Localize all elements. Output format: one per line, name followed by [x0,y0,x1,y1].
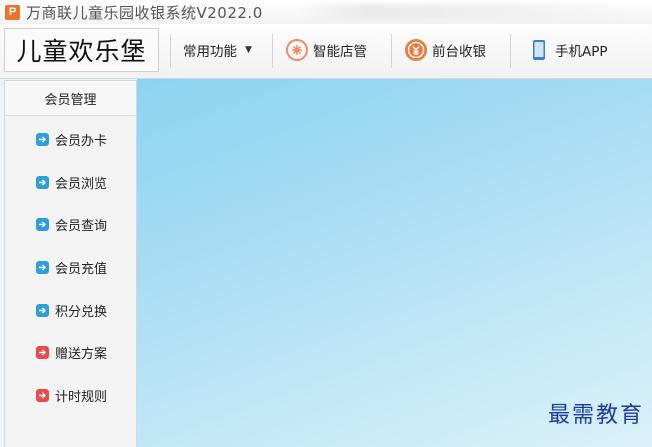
window-title: 万商联儿童乐园收银系统V2022.0 [26,3,263,22]
front-desk-button[interactable]: 前台收银 [404,24,486,76]
mobile-app-button[interactable]: 手机APP [527,24,608,76]
arrow-right-icon [36,303,49,317]
sidebar-item-gift-plan[interactable]: 赠送方案 [36,342,107,362]
arrow-right-icon [36,132,49,146]
sidebar-item-member-query[interactable]: 会员查询 [36,214,107,234]
sidebar-item-label: 计时规则 [55,389,108,405]
blurred-region [300,4,630,20]
sidebar-header[interactable]: 会员管理 [5,81,136,116]
mobile-phone-icon [527,38,551,62]
toolbar: 儿童欢乐堡 常用功能 ▼ 智能店管 前台收银 手机APP [0,24,652,79]
front-desk-label: 前台收银 [432,44,486,60]
brain-icon [285,38,309,62]
sidebar-item-points-exchange[interactable]: 积分兑换 [36,300,107,320]
sidebar-item-member-recharge[interactable]: 会员充值 [36,257,107,277]
arrow-right-icon [36,175,49,189]
sidebar-item-label: 会员充值 [55,261,108,277]
toolbar-divider [170,34,171,68]
title-bar: P 万商联儿童乐园收银系统V2022.0 [0,0,652,24]
common-functions-menu[interactable]: 常用功能 ▼ [183,24,252,76]
smart-store-label: 智能店管 [313,44,367,60]
toolbar-divider [391,34,392,68]
app-logo-icon: P [5,4,20,20]
smart-store-button[interactable]: 智能店管 [285,24,367,76]
main-content-area: 最需教育 [137,79,652,447]
sidebar-item-label: 积分兑换 [55,304,108,320]
toolbar-divider [510,34,511,68]
mobile-app-label: 手机APP [555,44,608,60]
sidebar-item-member-card[interactable]: 会员办卡 [36,129,107,149]
watermark-text: 最需教育 [547,403,644,428]
chevron-down-icon: ▼ [245,45,252,55]
toolbar-divider [272,34,273,68]
arrow-right-icon [36,388,49,402]
sidebar-item-member-browse[interactable]: 会员浏览 [36,172,107,192]
arrow-right-icon [36,260,49,274]
sidebar-item-timing-rules[interactable]: 计时规则 [36,385,107,405]
sidebar-item-label: 会员浏览 [55,176,108,192]
sidebar-item-label: 会员查询 [55,218,108,234]
sidebar-item-label: 会员办卡 [55,133,108,149]
arrow-right-icon [36,217,49,231]
common-functions-label: 常用功能 [183,44,237,60]
arrow-right-icon [36,345,49,359]
sidebar-item-label: 赠送方案 [55,346,108,362]
cashier-icon [404,38,428,62]
brand-logo: 儿童欢乐堡 [4,28,159,72]
